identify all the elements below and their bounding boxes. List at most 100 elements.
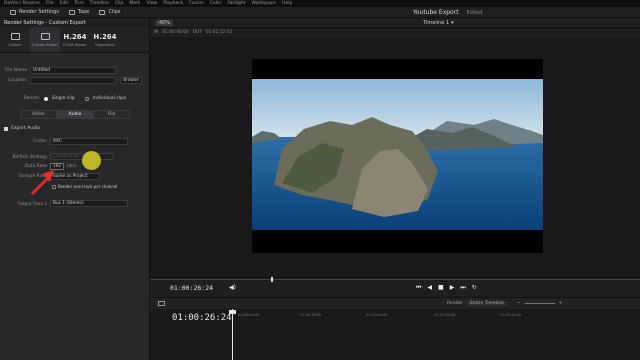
single-clip-radio[interactable] bbox=[43, 96, 48, 101]
clips-toggle[interactable]: Clips bbox=[99, 9, 121, 15]
preset-label: Custom Export bbox=[32, 42, 58, 47]
render-settings-toggle[interactable]: Render Settings bbox=[10, 9, 59, 15]
codec-select[interactable]: AAC bbox=[50, 138, 128, 145]
go-to-end-icon[interactable]: ⏭ bbox=[460, 284, 465, 292]
timeline-name[interactable]: Timeline 1 bbox=[423, 20, 449, 26]
export-audio-row: Export Audio bbox=[0, 124, 150, 133]
bitrate-strategy-label: Bit Rate Strategy bbox=[12, 154, 47, 159]
render-settings-panel: Render Settings - Custom Export Custom C… bbox=[0, 18, 150, 360]
tape-icon bbox=[68, 9, 75, 15]
export-audio-label: Export Audio bbox=[11, 126, 40, 131]
tab-video[interactable]: Video bbox=[20, 110, 57, 119]
in-timecode: 01:00:00:00 bbox=[162, 30, 189, 35]
play-icon[interactable]: ▶ bbox=[450, 284, 455, 291]
timeline-timecode: 01:00:26:24 bbox=[172, 313, 232, 323]
viewer bbox=[150, 37, 640, 277]
menu-item-fusion[interactable]: Fusion bbox=[189, 1, 203, 6]
preset-h264-master[interactable]: H.264 H.264 Master bbox=[60, 27, 90, 52]
data-rate-row: Data Rate 192 kb/s bbox=[0, 162, 150, 171]
menu-item-file[interactable]: File bbox=[46, 1, 54, 6]
preset-format: H.264 bbox=[93, 32, 117, 41]
video-frame bbox=[252, 59, 543, 253]
render-range-select[interactable]: Entire Timeline bbox=[467, 301, 507, 306]
menu-item-help[interactable]: Help bbox=[282, 1, 292, 6]
menu-item-app[interactable]: DaVinci Resolve bbox=[4, 1, 40, 6]
preset-format: H.264 bbox=[63, 32, 87, 41]
chevron-down-icon[interactable]: ▾ bbox=[451, 20, 454, 26]
export-audio-checkbox[interactable] bbox=[4, 126, 8, 131]
menu-item-color[interactable]: Color bbox=[210, 1, 222, 6]
individual-clips-radio[interactable] bbox=[84, 96, 89, 101]
browse-button[interactable]: Browse bbox=[120, 77, 142, 84]
timeline-view-icon[interactable] bbox=[158, 301, 165, 306]
render-mode-label: Render bbox=[23, 96, 40, 101]
menu-item-trim[interactable]: Trim bbox=[74, 1, 84, 6]
ruler-tick: 01:02:00:00 bbox=[500, 313, 522, 317]
stop-icon[interactable]: ■ bbox=[438, 284, 444, 291]
export-preset-icon bbox=[40, 32, 50, 40]
tab-file[interactable]: File bbox=[93, 110, 131, 119]
codec-label: Codec bbox=[33, 139, 47, 144]
project-name: Youtube Export bbox=[413, 9, 459, 16]
go-to-start-icon[interactable]: ⏮ bbox=[416, 284, 421, 292]
data-rate-unit: kb/s bbox=[67, 164, 77, 169]
ruler-tick: 01:01:00:00 bbox=[366, 313, 388, 317]
playhead[interactable] bbox=[232, 309, 233, 360]
render-one-track-row: Render one track per channel bbox=[0, 182, 150, 191]
location-row: Location Browse bbox=[0, 76, 150, 85]
red-arrow-annotation bbox=[30, 170, 54, 196]
preset-custom-export[interactable]: Custom Export bbox=[30, 27, 60, 52]
file-name-field[interactable]: Untitled bbox=[30, 67, 116, 74]
menu-item-edit[interactable]: Edit bbox=[59, 1, 68, 6]
preset-label: H.264 Master bbox=[63, 42, 87, 47]
playhead-handle[interactable] bbox=[229, 310, 236, 314]
menu-item-clip[interactable]: Clip bbox=[115, 1, 124, 6]
tape-toggle[interactable]: Tape bbox=[68, 9, 90, 15]
out-timecode: 01:02:12:15 bbox=[205, 30, 233, 35]
menu-bar: DaVinci Resolve File Edit Trim Timeline … bbox=[0, 0, 640, 7]
menu-item-workspace[interactable]: Workspace bbox=[251, 1, 276, 6]
menu-item-fairlight[interactable]: Fairlight bbox=[227, 1, 245, 6]
settings-tabs: Video Audio File bbox=[20, 110, 131, 119]
speaker-icon[interactable]: ◀) bbox=[229, 284, 236, 291]
clips-icon bbox=[99, 9, 106, 15]
individual-clips-label: Individual clips bbox=[92, 96, 127, 101]
project-title: Youtube Export Edited bbox=[413, 9, 482, 16]
scrubber-handle[interactable] bbox=[271, 277, 273, 282]
menu-item-timeline[interactable]: Timeline bbox=[90, 1, 109, 6]
output-track-row: Output Track 1 Bus 1 (Stereo) bbox=[0, 199, 150, 208]
play-reverse-icon[interactable]: ◀ bbox=[427, 284, 432, 291]
loop-icon[interactable]: ↻ bbox=[472, 284, 477, 291]
top-toolbar: Render Settings Tape Clips Youtube Expor… bbox=[0, 7, 640, 18]
tape-label: Tape bbox=[77, 9, 90, 15]
single-clip-label: Single clip bbox=[51, 96, 75, 101]
menu-item-mark[interactable]: Mark bbox=[129, 1, 140, 6]
preset-label: Custom bbox=[8, 42, 22, 47]
menu-item-playback[interactable]: Playback bbox=[163, 1, 183, 6]
zoom-in-icon[interactable]: + bbox=[559, 301, 563, 306]
custom-preset-icon bbox=[10, 32, 20, 40]
render-one-track-label: Render one track per channel bbox=[58, 184, 118, 189]
timeline: 01:00:26:24 01:00:00:00 01:00:30:00 01:0… bbox=[150, 309, 640, 360]
video-image bbox=[252, 59, 543, 253]
file-name-label: File Name bbox=[4, 68, 27, 73]
output-track-select[interactable]: Bus 1 (Stereo) bbox=[50, 200, 128, 207]
menu-item-view[interactable]: View bbox=[147, 1, 158, 6]
project-status: Edited bbox=[466, 10, 483, 16]
zoom-select[interactable]: 40% bbox=[156, 19, 174, 26]
preset-hyperdeck[interactable]: H.264 HyperDeck bbox=[90, 27, 120, 52]
tab-audio[interactable]: Audio bbox=[56, 110, 94, 119]
preset-strip: Custom Custom Export H.264 H.264 Master … bbox=[0, 27, 149, 53]
render-settings-label: Render Settings bbox=[19, 9, 59, 15]
location-label: Location bbox=[7, 78, 27, 83]
sample-rate-row: Sample Rate Same as Project bbox=[0, 172, 150, 181]
zoom-slider[interactable] bbox=[524, 303, 555, 304]
location-field[interactable] bbox=[30, 77, 116, 84]
zoom-out-icon[interactable]: − bbox=[517, 301, 521, 306]
in-out-bar: IN 01:00:00:00 OUT 01:02:12:15 bbox=[150, 28, 640, 37]
preset-custom[interactable]: Custom bbox=[0, 27, 30, 52]
scrubber[interactable] bbox=[150, 277, 640, 282]
render-icon bbox=[10, 9, 16, 15]
timeline-toolbar: Render Entire Timeline − + bbox=[150, 297, 640, 309]
codec-row: Codec AAC bbox=[0, 137, 150, 146]
